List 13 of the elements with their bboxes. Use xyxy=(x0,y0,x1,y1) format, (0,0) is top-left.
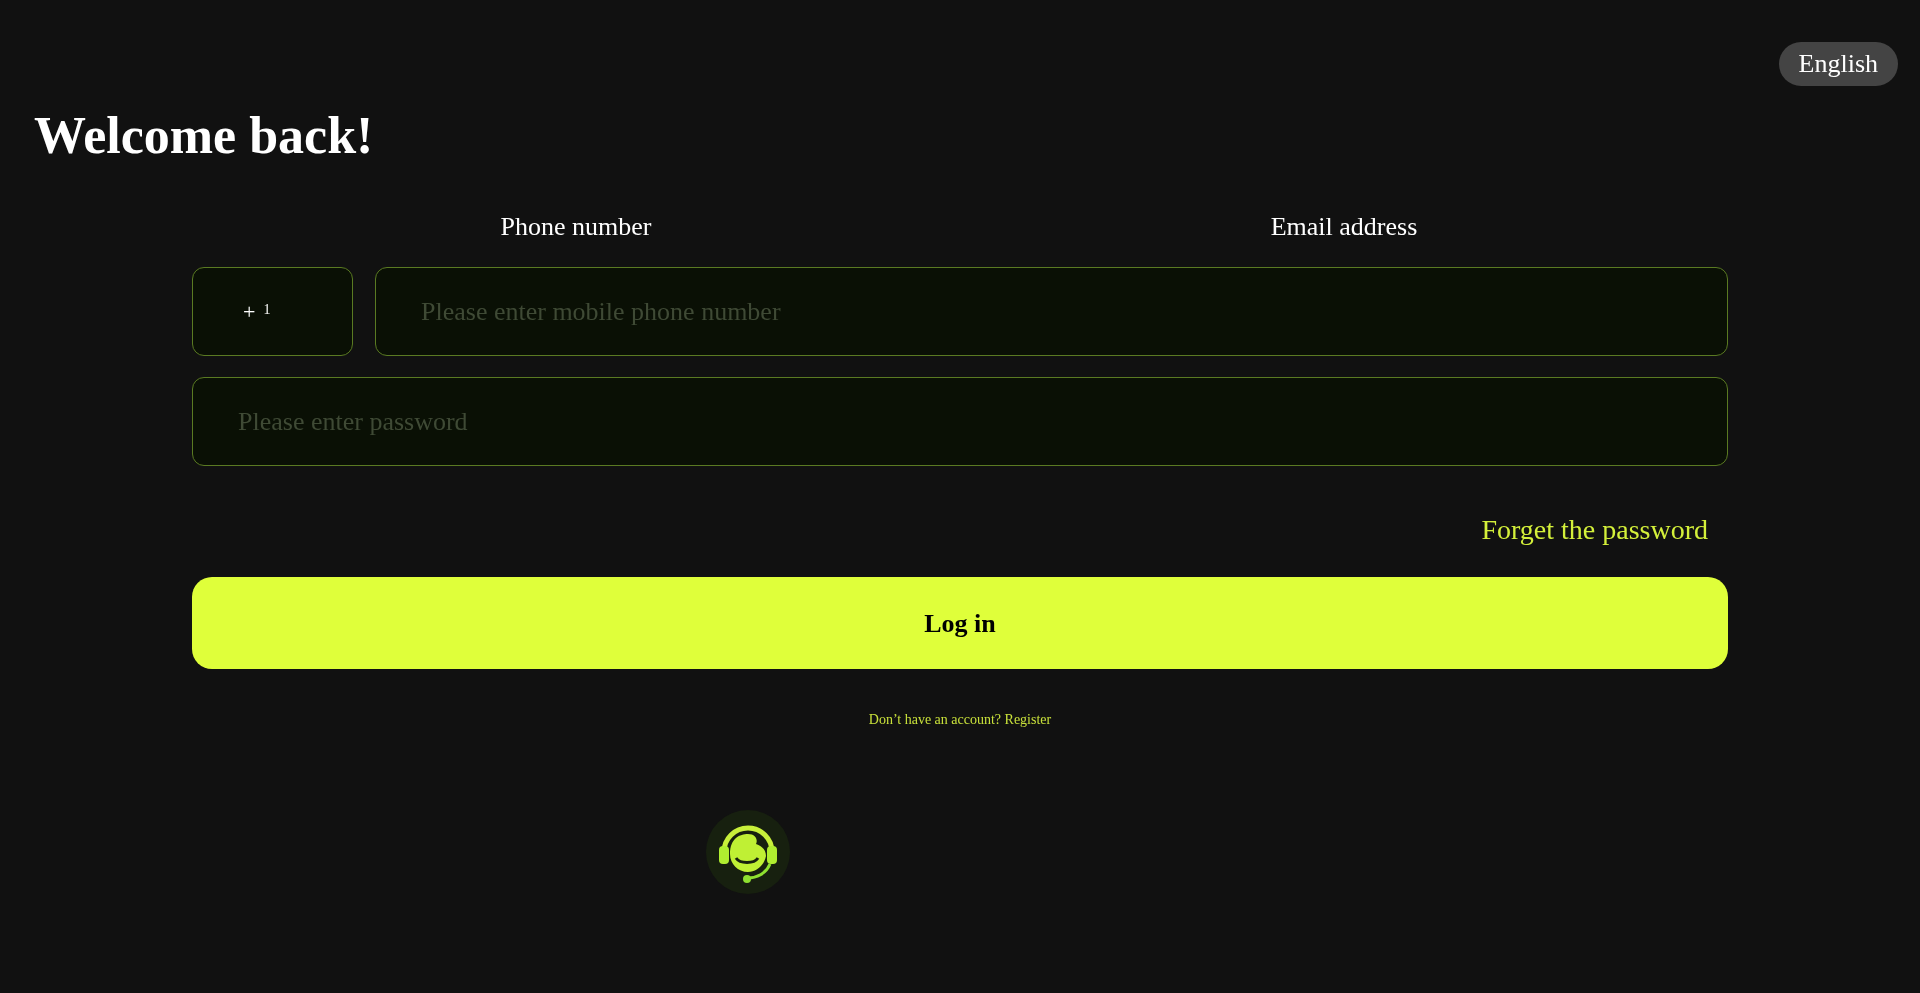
plus-sign: + xyxy=(243,300,256,323)
customer-support-icon[interactable] xyxy=(706,810,790,894)
password-input-field[interactable]: Please enter password xyxy=(192,377,1728,466)
language-button[interactable]: English xyxy=(1778,42,1898,86)
register-link[interactable]: Don’t have an account? Register xyxy=(868,709,1052,730)
country-code: 1 xyxy=(263,302,271,317)
login-button[interactable]: Log in xyxy=(192,577,1728,669)
country-code-selector[interactable]: + 1 xyxy=(192,267,353,356)
login-method-tab[interactable]: Phone number xyxy=(500,214,652,240)
page-title: Welcome back! xyxy=(34,110,375,162)
phone-input-field[interactable]: Please enter mobile phone number xyxy=(375,267,1728,356)
forgot-password-link[interactable]: Forget the password xyxy=(1481,516,1708,544)
login-method-tab[interactable]: Email address xyxy=(1270,214,1418,240)
